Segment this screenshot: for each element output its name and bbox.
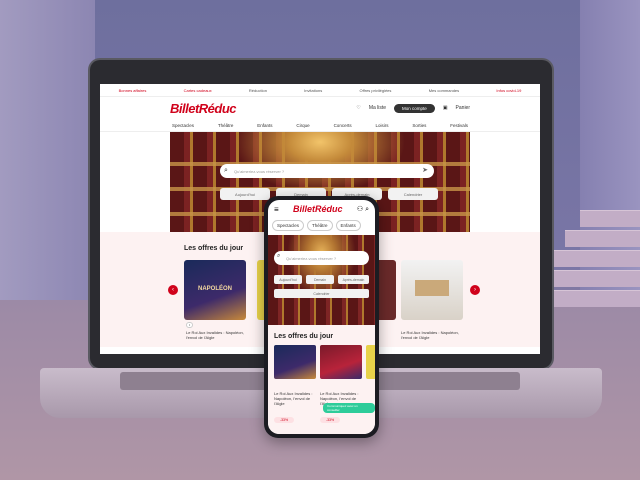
next-arrow-icon[interactable]: › xyxy=(470,285,480,295)
offer-card-napoleon[interactable]: NAPOLÉON xyxy=(184,260,246,320)
search-icon[interactable]: ⌕ xyxy=(365,206,369,213)
mobile-site: ≡ BilletRéduc ⚇ ⌕ Spectacles Théâtre Enf… xyxy=(268,200,375,434)
offers-title: Les offres du jour xyxy=(184,245,244,252)
mobile-offer-card[interactable] xyxy=(274,345,316,379)
nav-item[interactable]: Sorties xyxy=(412,123,426,128)
heart-icon[interactable]: ♡ xyxy=(356,105,360,111)
mobile-offer-card-partial[interactable] xyxy=(366,345,375,379)
mobile-search-input[interactable]: ⌕ Qu'aimeriez-vous réserver ? xyxy=(274,251,369,265)
logo[interactable]: BilletRéduc xyxy=(170,101,237,116)
topbar-link[interactable]: Invitations xyxy=(304,88,322,93)
menu-icon[interactable]: ≡ xyxy=(274,205,279,214)
filter-calendar[interactable]: Calendrier xyxy=(274,289,369,298)
nav-item[interactable]: Cirque xyxy=(296,123,309,128)
topbar-link[interactable]: Infos covid-19 xyxy=(496,88,521,93)
filter-after-tomorrow[interactable]: Après-demain xyxy=(338,275,369,284)
search-icon: ⌕ xyxy=(277,253,281,259)
filter-today[interactable]: Aujourd'hui xyxy=(274,275,302,284)
chat-toast[interactable]: Communiquez avec un conseiller xyxy=(323,403,375,413)
desktop-nav: Spectacles Théâtre Enfants Cirque Concer… xyxy=(100,119,540,132)
wishlist-link[interactable]: Ma liste xyxy=(369,105,386,111)
topbar-link[interactable]: Offres privilégiées xyxy=(359,88,391,93)
mobile-logo[interactable]: BilletRéduc xyxy=(293,204,343,214)
mobile-tabs: Spectacles Théâtre Enfants xyxy=(268,218,375,233)
user-icon[interactable]: ⚇ xyxy=(357,206,363,213)
nav-item[interactable]: Théâtre xyxy=(218,123,234,128)
mobile-header: ≡ BilletRéduc ⚇ ⌕ xyxy=(268,200,375,218)
location-icon[interactable]: ➤ xyxy=(422,166,428,174)
cart-link[interactable]: Panier xyxy=(456,105,470,111)
filter-today[interactable]: Aujourd'hui xyxy=(220,188,270,200)
desktop-header: BilletRéduc ♡ Ma liste Mon compte ▣ Pani… xyxy=(100,97,540,119)
nav-item[interactable]: Enfants xyxy=(257,123,272,128)
mobile-offers-title: Les offres du jour xyxy=(274,333,334,340)
search-placeholder: Qu'aimeriez-vous réserver ? xyxy=(234,168,285,174)
mobile-offer-card[interactable] xyxy=(320,345,362,379)
offer-card-show[interactable] xyxy=(401,260,463,320)
topbar-link[interactable]: Bonnes affaires xyxy=(119,88,147,93)
background-wall-left xyxy=(0,0,95,330)
topbar-link[interactable]: Cartes cadeaux xyxy=(184,88,212,93)
mobile-hero-image: ⌕ Qu'aimeriez-vous réserver ? Aujourd'hu… xyxy=(268,235,375,325)
search-icon: ⌕ xyxy=(224,167,228,174)
offer-card-text: Le Roi Aux Invalides : Napoléon, l'envol… xyxy=(186,330,244,340)
cart-icon[interactable]: ▣ xyxy=(443,105,448,111)
search-placeholder: Qu'aimeriez-vous réserver ? xyxy=(286,255,337,261)
nav-item[interactable]: Spectacles xyxy=(172,123,194,128)
mobile-offers-section: Les offres du jour Le Roi Aux Invalides … xyxy=(268,325,375,434)
desktop-topbar: Bonnes affaires Cartes cadeaux Réduction… xyxy=(100,84,540,97)
card-image-title: NAPOLÉON xyxy=(197,286,232,292)
search-input[interactable]: ⌕ Qu'aimeriez-vous réserver ? ➤ xyxy=(220,164,434,178)
topbar-link[interactable]: Mes commandes xyxy=(429,88,459,93)
nav-item[interactable]: Concerts xyxy=(334,123,352,128)
category-badge: • xyxy=(186,322,194,328)
mobile-offer-text: Le Roi Aux Invalides : Napoléon, l'envol… xyxy=(274,391,313,406)
tab-enfants[interactable]: Enfants xyxy=(335,220,361,231)
nav-item[interactable]: Festivals xyxy=(450,123,468,128)
prev-arrow-icon[interactable]: ‹ xyxy=(168,285,178,295)
filter-tomorrow[interactable]: Demain xyxy=(306,275,334,284)
filter-calendar[interactable]: Calendrier xyxy=(388,188,438,200)
discount-badge: -33% xyxy=(320,417,340,423)
tab-theatre[interactable]: Théâtre xyxy=(307,220,333,231)
nav-item[interactable]: Loisirs xyxy=(375,123,388,128)
tab-spectacles[interactable]: Spectacles xyxy=(272,220,305,231)
offer-card-text: Le Roi Aux Invalides : Napoléon, l'envol… xyxy=(401,330,459,340)
discount-badge: -33% xyxy=(274,417,294,423)
offer-card-partial[interactable] xyxy=(376,260,396,320)
account-button[interactable]: Mon compte xyxy=(394,103,435,113)
topbar-link[interactable]: Réduction xyxy=(249,88,267,93)
